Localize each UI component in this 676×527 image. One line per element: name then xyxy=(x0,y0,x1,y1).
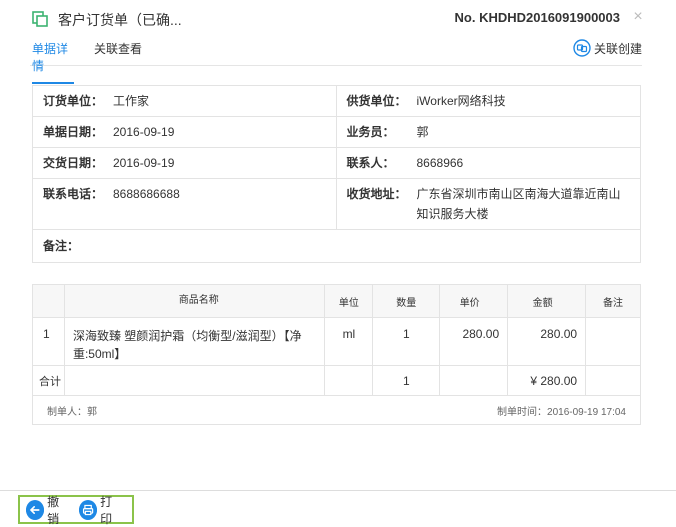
printer-icon xyxy=(79,499,98,520)
related-create-button[interactable]: 关联创建 xyxy=(573,38,642,58)
tab-document-details[interactable]: 单据详情 xyxy=(32,40,74,84)
row-price: 280.00 xyxy=(439,317,509,366)
customer-label: 订货单位： xyxy=(43,94,104,108)
revoke-label: 撤销 xyxy=(47,494,60,526)
row-qty: 1 xyxy=(372,317,441,366)
salesman-label: 业务员： xyxy=(346,125,395,139)
phone-value: 8688686688 xyxy=(113,187,180,201)
col-price-header: 单价 xyxy=(439,284,509,318)
salesman-value: 郭 xyxy=(416,125,429,139)
address-label: 收货地址： xyxy=(346,187,407,201)
col-note-header: 备注 xyxy=(585,284,641,318)
maker-text: 制单人：郭 xyxy=(47,406,97,418)
tab-related-view[interactable]: 关联查看 xyxy=(94,40,142,65)
footer-divider xyxy=(0,490,676,491)
row-index: 1 xyxy=(32,317,65,366)
col-qty-header: 数量 xyxy=(372,284,441,318)
address-value: 广东省深圳市南山区南海大道靠近南山知识服务大楼 xyxy=(416,187,621,221)
row-amount: 280.00 xyxy=(507,317,587,366)
made-time-text: 制单时间：2016-09-19 17:04 xyxy=(497,406,626,418)
delivery-date-value: 2016-09-19 xyxy=(113,156,175,170)
row-note xyxy=(585,317,641,366)
customer-value: 工作家 xyxy=(113,94,150,108)
order-info-table: 订货单位： 工作家 供货单位： iWorker网络科技 单据日期： 2016-0… xyxy=(32,85,641,263)
total-amount: ¥ 280.00 xyxy=(507,365,587,396)
document-number: No. KHDHD2016091900003 xyxy=(454,10,620,25)
tab-bar: 单据详情 关联查看 xyxy=(30,36,642,84)
row-unit: ml xyxy=(324,317,374,366)
row-product-name: 深海致臻 塑颜润护霜（均衡型/滋润型）【净重:50ml】 xyxy=(63,317,326,366)
table-row: 1 深海致臻 塑颜润护霜（均衡型/滋润型）【净重:50ml】 ml 1 280.… xyxy=(32,317,641,366)
print-label: 打印 xyxy=(100,494,113,526)
total-label: 合计 xyxy=(32,365,65,396)
link-icon xyxy=(573,39,591,57)
close-icon[interactable]: × xyxy=(630,9,646,25)
arrow-left-icon xyxy=(26,499,45,520)
col-index-header xyxy=(32,284,65,318)
goods-header-row: 商品名称 单位 数量 单价 金额 备注 xyxy=(32,284,641,318)
col-unit-header: 单位 xyxy=(324,284,374,318)
delivery-date-label: 交货日期： xyxy=(43,156,104,170)
col-amount-header: 金额 xyxy=(507,284,587,318)
total-qty: 1 xyxy=(372,365,441,396)
total-row: 合计 1 ¥ 280.00 xyxy=(32,365,641,396)
related-create-label: 关联创建 xyxy=(593,41,642,56)
print-button[interactable]: 打印 xyxy=(79,493,122,527)
document-copy-icon xyxy=(32,11,48,27)
contact-value: 8668966 xyxy=(416,156,464,170)
dialog-header: 客户订货单（已确... No. KHDHD2016091900003 × xyxy=(0,0,676,36)
doc-date-value: 2016-09-19 xyxy=(113,125,175,139)
dialog-title: 客户订货单（已确... xyxy=(58,12,182,28)
note-label: 备注： xyxy=(43,239,80,253)
action-bar: 撤销 打印 xyxy=(18,493,134,527)
phone-label: 联系电话： xyxy=(43,187,104,201)
col-name-header: 商品名称 xyxy=(63,284,326,318)
supplier-label: 供货单位： xyxy=(346,94,407,108)
goods-table: 商品名称 单位 数量 单价 金额 备注 1 深海致臻 塑颜润护霜（均衡型/滋润型… xyxy=(32,284,641,425)
supplier-value: iWorker网络科技 xyxy=(416,94,506,108)
revoke-button[interactable]: 撤销 xyxy=(26,493,69,527)
contact-label: 联系人： xyxy=(346,156,395,170)
doc-date-label: 单据日期： xyxy=(43,125,104,139)
